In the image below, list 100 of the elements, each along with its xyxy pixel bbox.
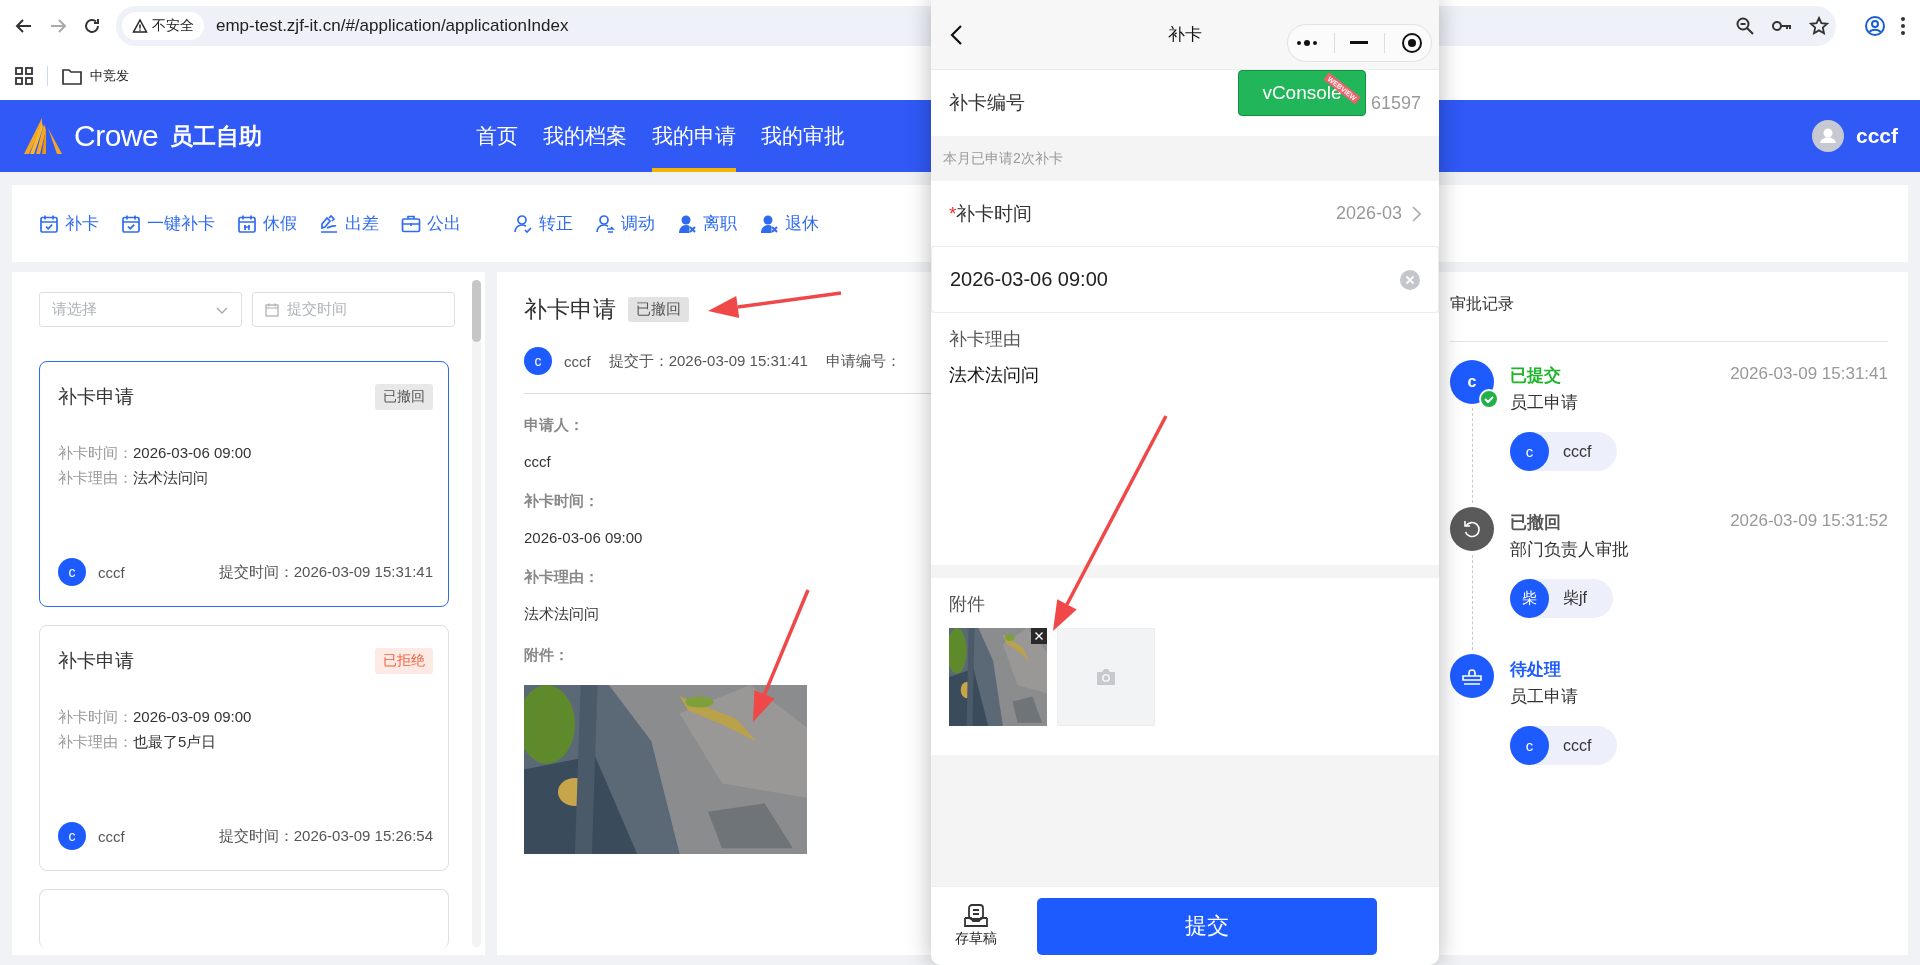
user-remove-icon	[759, 213, 779, 234]
user-remove-icon	[677, 213, 697, 234]
brand-name: Crowe	[74, 119, 159, 153]
draft-icon	[963, 904, 989, 928]
step-time: 2026-03-09 15:31:41	[1730, 364, 1888, 385]
field-label: *补卡时间	[949, 201, 1033, 226]
field-value: 也最了5卢日	[133, 733, 217, 750]
url-text[interactable]: emp-test.zjf-it.cn/#/application/applicationIndex	[216, 16, 569, 36]
notice-text: 本月已申请2次补卡	[942, 148, 1064, 168]
toolbar-link[interactable]: 调动	[621, 212, 655, 235]
application-card[interactable]: 补卡申请 已撤回 补卡时间：2026-03-06 09:00 补卡理由：法术法问问 c cccf 提交时间：2026-03-09 15:31:41	[39, 361, 449, 607]
card-title: 补卡申请	[58, 649, 134, 673]
draft-button[interactable]: 存草稿	[955, 904, 997, 948]
field-label: 补卡时间：	[524, 492, 600, 511]
field-value: 2026-03-06 09:00	[524, 529, 644, 546]
avatar: c	[1510, 432, 1549, 471]
camera-icon	[1095, 668, 1117, 686]
check-badge-icon	[1479, 389, 1499, 409]
reload-icon[interactable]	[82, 16, 102, 36]
field-label: 附件：	[524, 646, 570, 665]
field-label: 申请人：	[524, 416, 585, 435]
apps-icon[interactable]	[15, 67, 33, 85]
back-icon[interactable]	[949, 23, 963, 46]
toolbar-link[interactable]: 出差	[345, 212, 379, 235]
calendar-check-icon	[39, 213, 59, 234]
submit-time: 提交时间：2026-03-09 15:31:41	[218, 562, 433, 582]
step-name: 部门负责人审批	[1510, 539, 1630, 561]
field-label: 补卡理由	[949, 328, 1022, 351]
step-status: 已提交	[1510, 365, 1561, 387]
calendar-check-icon	[121, 213, 141, 234]
submit-time: 提交于：2026-03-09 15:31:41	[608, 351, 808, 371]
page-title: 补卡	[1168, 25, 1202, 44]
toolbar-link[interactable]: 转正	[539, 212, 573, 235]
field-label: 补卡时间：	[58, 444, 133, 461]
user-name: cccf	[98, 827, 125, 845]
undo-icon	[1450, 507, 1494, 551]
step-status: 已撤回	[1510, 512, 1561, 534]
folder-icon	[62, 67, 82, 85]
application-card[interactable]: 补卡申请 已拒绝 补卡时间：2026-03-09 09:00 补卡理由：也最了5卢日 c cccf 提交时间：2026-03-09 15:26:54	[39, 625, 449, 871]
section-title: 审批记录	[1450, 294, 1888, 342]
zoom-out-icon[interactable]	[1735, 16, 1755, 36]
avatar: c	[58, 558, 86, 586]
status-tag: 已拒绝	[375, 648, 433, 674]
avatar: 柴	[1510, 579, 1549, 618]
calendar-icon	[237, 213, 257, 234]
user-name: cccf	[98, 563, 125, 581]
field-label: 补卡理由：	[58, 733, 133, 750]
toolbar-link[interactable]: 一键补卡	[147, 212, 215, 235]
field-label: 补卡理由：	[58, 469, 133, 486]
nav-tab[interactable]: 我的审批	[761, 100, 845, 172]
nav-tab[interactable]: 我的档案	[543, 100, 627, 172]
user-name[interactable]: cccf	[1855, 124, 1898, 148]
scrollbar-thumb[interactable]	[472, 280, 481, 342]
step-name: 员工申请	[1510, 686, 1579, 708]
stamp-icon	[1450, 654, 1494, 698]
toolbar-link[interactable]: 休假	[263, 212, 297, 235]
avatar: c	[58, 822, 86, 850]
status-tag: 已撤回	[375, 384, 433, 410]
user-avatar-icon[interactable]	[1811, 120, 1844, 152]
star-icon[interactable]	[1809, 16, 1829, 36]
field-label: 附件	[949, 593, 986, 616]
signature-icon	[319, 213, 339, 234]
submit-button[interactable]: 提交	[1037, 897, 1377, 955]
user-name: cccf	[1563, 736, 1592, 755]
field-value: cccf	[524, 453, 552, 470]
card-title: 补卡申请	[58, 385, 134, 409]
field-label: 补卡编号	[949, 91, 1025, 115]
field-label: 补卡时间：	[58, 708, 133, 725]
toolbar-link[interactable]: 补卡	[65, 212, 99, 235]
bookmark-link[interactable]: 中竞发	[90, 67, 129, 85]
submit-time: 提交时间：2026-03-09 15:26:54	[218, 826, 433, 846]
logo-icon	[22, 118, 62, 154]
profile-icon[interactable]	[1864, 15, 1886, 37]
user-name: cccf	[564, 352, 591, 370]
user-icon	[595, 213, 615, 234]
nav-tab[interactable]: 首页	[476, 100, 518, 172]
close-icon[interactable]	[1401, 32, 1424, 54]
avatar: c	[1510, 726, 1549, 765]
field-value: 法术法问问	[133, 469, 208, 486]
field-value: 61597	[1370, 92, 1421, 114]
security-badge[interactable]: 不安全	[122, 12, 204, 40]
toolbar-link[interactable]: 公出	[427, 212, 461, 235]
reason-text[interactable]: 法术法问问	[949, 363, 1421, 387]
field-label: 补卡理由：	[524, 568, 600, 587]
more-icon[interactable]	[1295, 39, 1318, 47]
minimize-icon[interactable]	[1350, 41, 1369, 45]
field-value: 2026-03-06 09:00	[133, 444, 252, 461]
field-value: 2026-03-09 09:00	[133, 708, 252, 725]
datetime-field[interactable]: 2026-03-06 09:00	[931, 246, 1439, 313]
step-status: 待处理	[1510, 659, 1561, 681]
toolbar-link[interactable]: 退休	[785, 212, 819, 235]
briefcase-icon	[401, 213, 421, 234]
calendar-icon	[265, 302, 279, 317]
menu-icon[interactable]	[1900, 16, 1906, 36]
app-title: 员工自助	[170, 121, 263, 151]
user-icon	[513, 213, 533, 234]
field-value: 法术法问问	[524, 605, 600, 624]
month-picker[interactable]: 2026-03	[1335, 203, 1402, 224]
nav-tab[interactable]: 我的申请	[652, 100, 736, 172]
toolbar-link[interactable]: 离职	[703, 212, 737, 235]
